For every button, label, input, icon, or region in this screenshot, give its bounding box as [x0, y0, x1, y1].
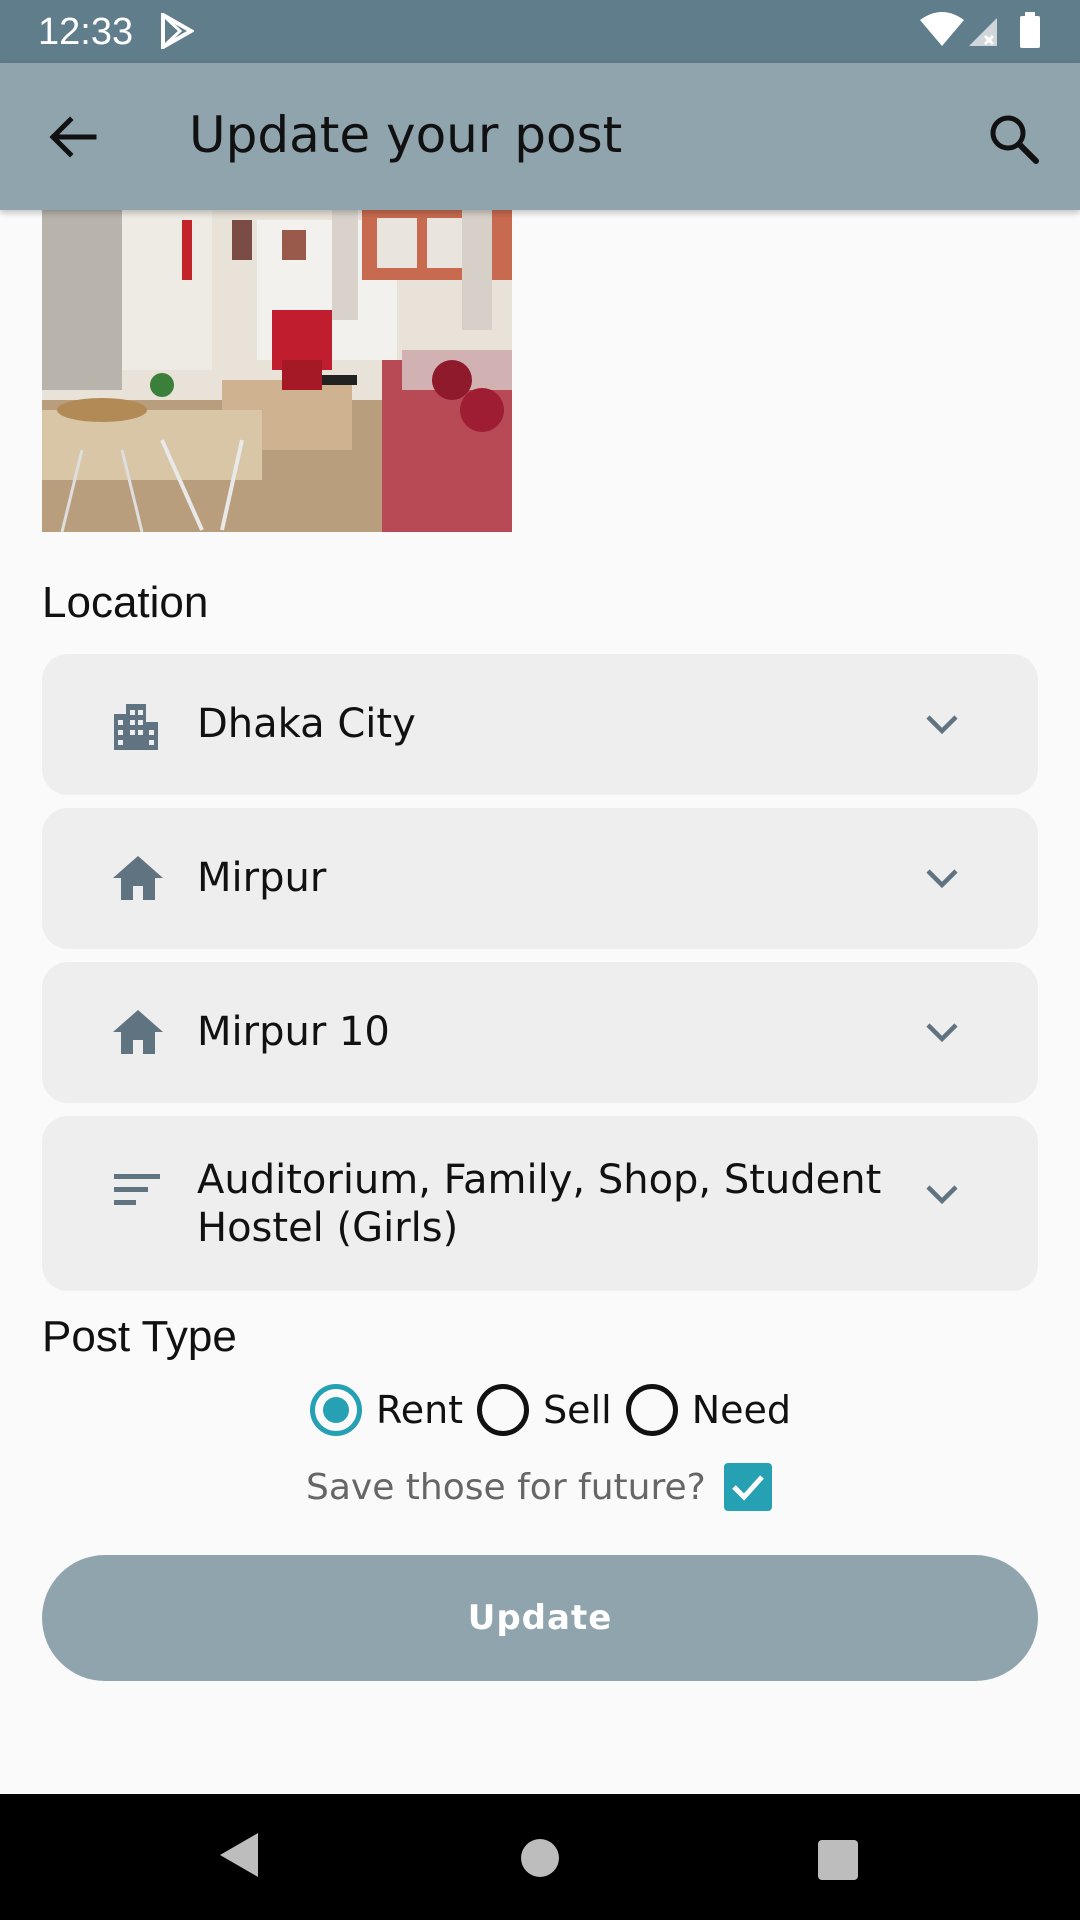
play-store-icon [161, 13, 194, 49]
radio-rent-label: Rent [376, 1388, 464, 1432]
app-bar: Update your post [0, 63, 1080, 210]
search-icon[interactable] [986, 111, 1042, 167]
status-bar: 12:33 [0, 0, 1080, 63]
status-time: 12:33 [38, 11, 134, 53]
sub-area-value: Mirpur 10 [197, 1009, 390, 1055]
category-dropdown[interactable]: Auditorium, Family, Shop, Student Hostel… [42, 1116, 1038, 1291]
radio-need[interactable]: Need [625, 1384, 791, 1436]
area-dropdown[interactable]: Mirpur [42, 808, 1038, 949]
filter-list-icon [114, 1174, 160, 1205]
city-value: Dhaka City [197, 701, 416, 747]
signal-icon [969, 18, 997, 46]
radio-rent[interactable]: Rent [310, 1384, 463, 1436]
battery-icon [1020, 12, 1040, 48]
chevron-down-icon [926, 1023, 958, 1043]
radio-button-selected[interactable] [310, 1384, 362, 1436]
property-photo [42, 210, 512, 532]
post-type-label: Post Type [42, 1312, 237, 1361]
checkmark-icon [731, 1475, 764, 1501]
nav-home-icon[interactable] [521, 1839, 559, 1877]
wifi-icon [920, 12, 964, 46]
chevron-down-icon [926, 869, 958, 889]
save-future-label: Save those for future? [306, 1466, 706, 1508]
radio-need-label: Need [691, 1388, 791, 1432]
home-icon [113, 1010, 163, 1054]
home-icon [113, 856, 163, 900]
radio-button[interactable] [477, 1384, 530, 1436]
area-value: Mirpur [197, 855, 327, 901]
location-label: Location [42, 578, 209, 627]
sub-area-dropdown[interactable]: Mirpur 10 [42, 962, 1038, 1103]
back-arrow-icon[interactable] [46, 111, 98, 163]
radio-button[interactable] [625, 1384, 678, 1436]
system-nav-bar [0, 1794, 1080, 1920]
radio-sell[interactable]: Sell [477, 1384, 612, 1436]
nav-recents-icon[interactable] [818, 1840, 858, 1880]
radio-sell-label: Sell [543, 1388, 612, 1432]
update-button[interactable]: Update [42, 1555, 1038, 1681]
nav-back-icon[interactable] [218, 1831, 260, 1879]
city-building-icon [114, 704, 158, 750]
category-value: Auditorium, Family, Shop, Student Hostel… [197, 1157, 882, 1251]
page-title: Update your post [189, 106, 623, 164]
save-future-checkbox[interactable] [723, 1463, 772, 1511]
chevron-down-icon [926, 1185, 958, 1205]
save-future-row: Save those for future? [306, 1462, 772, 1512]
post-type-radio-group: Rent Sell Need [310, 1380, 805, 1440]
chevron-down-icon [926, 715, 958, 735]
city-dropdown[interactable]: Dhaka City [42, 654, 1038, 795]
